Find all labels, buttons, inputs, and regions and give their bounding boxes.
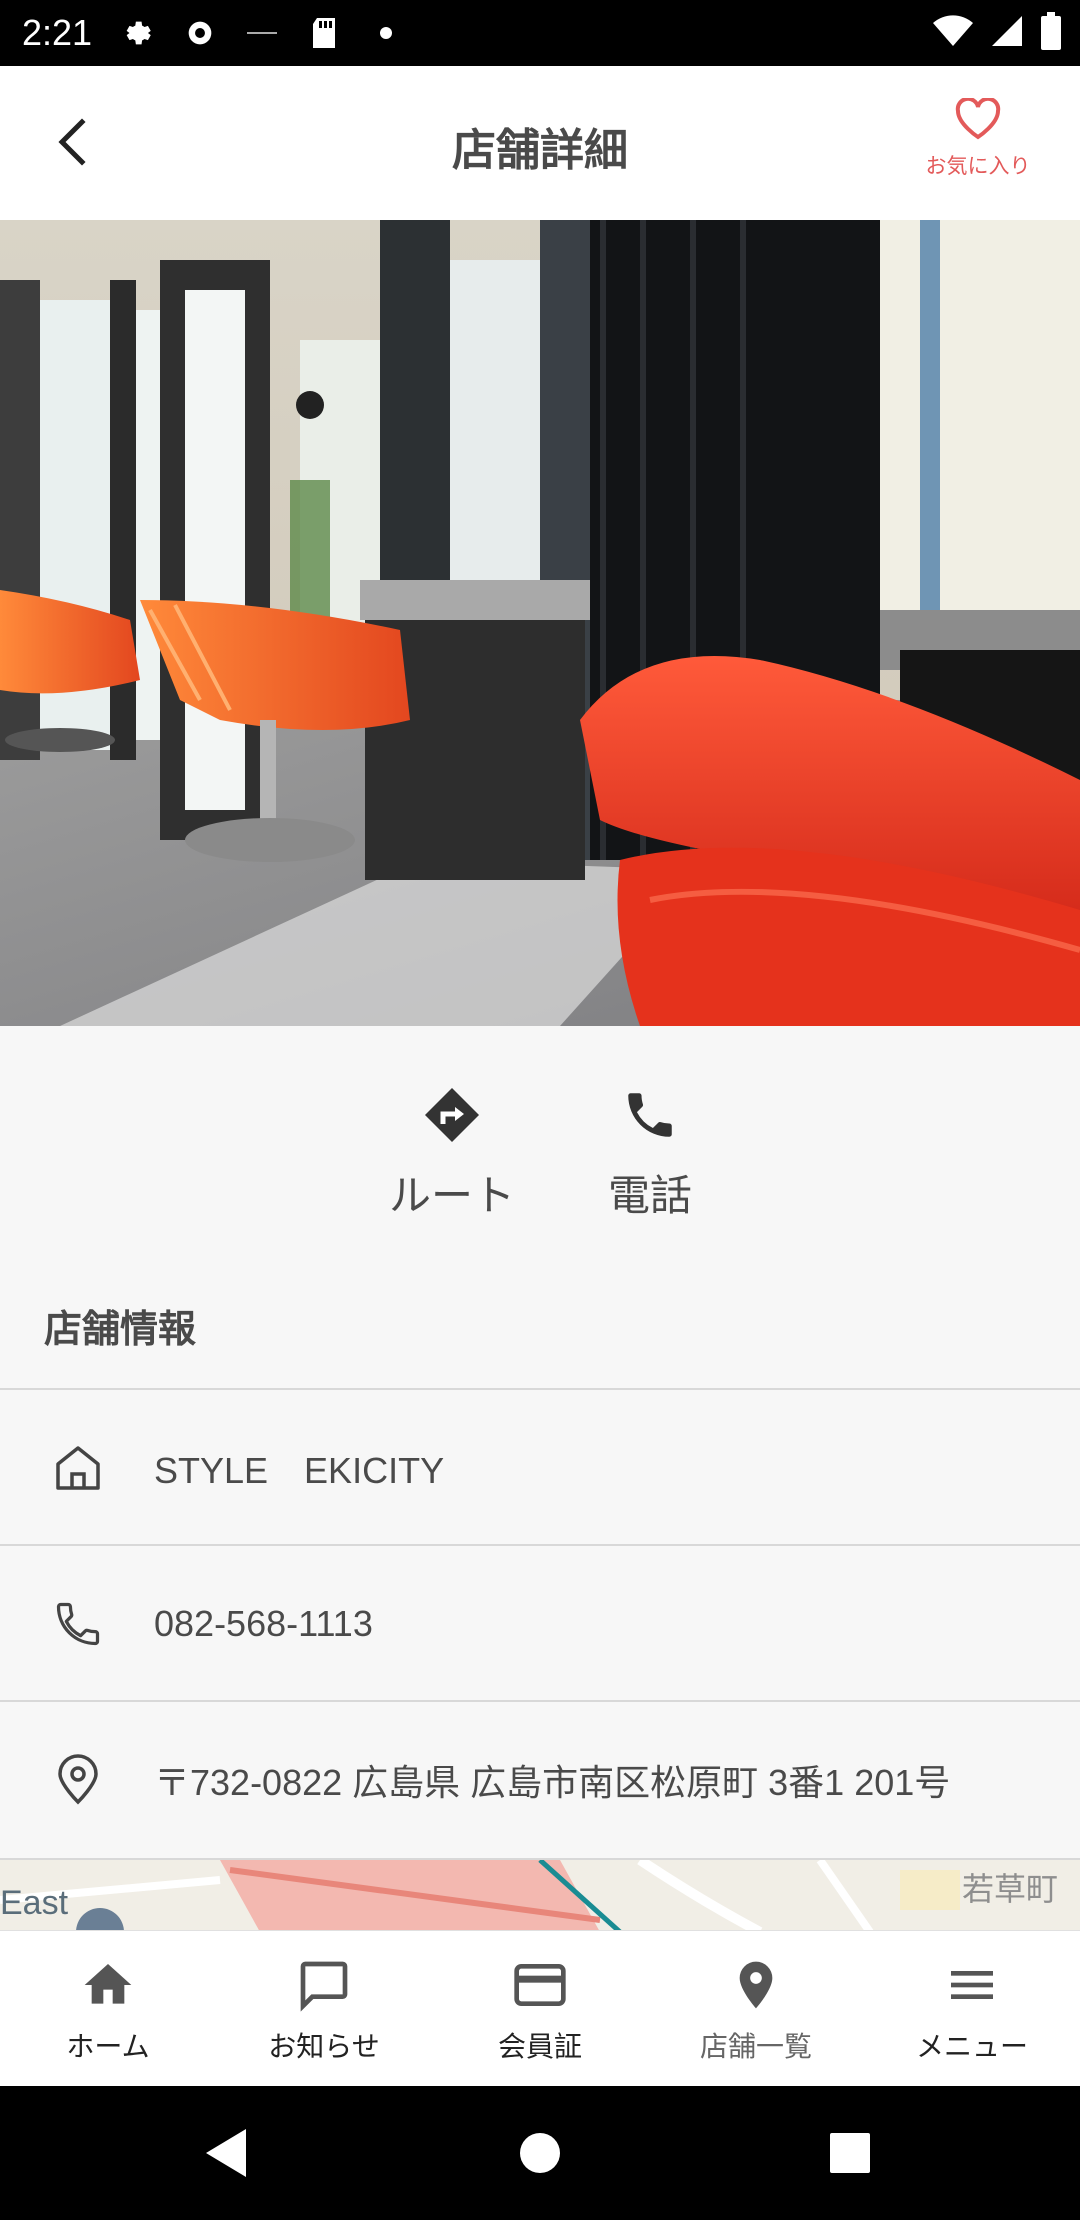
settings-icon <box>118 13 158 53</box>
store-name-row: STYLE EKICITY <box>0 1388 1080 1546</box>
status-time: 2:21 <box>22 12 93 53</box>
notification-dot-icon <box>366 13 406 53</box>
nav-store-list[interactable]: 店舗一覧 <box>648 1931 864 2087</box>
store-photo <box>0 220 1080 1026</box>
status-bar: 2:21 <box>0 0 1080 66</box>
store-map[interactable]: East 若草町 <box>0 1858 1080 1932</box>
nav-menu[interactable]: メニュー <box>864 1931 1080 2087</box>
chat-icon <box>300 1961 348 2012</box>
triangle-back-icon <box>206 2129 246 2177</box>
nav-store-list-label: 店舗一覧 <box>699 2030 812 2063</box>
signal-icon <box>990 14 1024 52</box>
store-address-row: 〒732-0822 広島県 広島市南区松原町 3番1 201号 <box>0 1700 1080 1858</box>
system-navigation-bar <box>0 2086 1080 2220</box>
nav-menu-label: メニュー <box>915 2030 1028 2063</box>
system-recents-button[interactable] <box>830 2133 870 2173</box>
favorite-label: お気に入り <box>925 154 1031 178</box>
circle-home-icon <box>520 2133 560 2173</box>
route-label: ルート <box>388 1171 515 1220</box>
store-address: 〒732-0822 広島県 広島市南区松原町 3番1 201号 <box>154 1762 951 1803</box>
phone-outline-icon <box>50 1596 106 1652</box>
system-home-button[interactable] <box>520 2133 560 2173</box>
heart-icon <box>955 96 1001 140</box>
nav-membership[interactable]: 会員証 <box>432 1931 648 2087</box>
store-phone-row[interactable]: 082-568-1113 <box>0 1544 1080 1702</box>
system-back-button[interactable] <box>206 2129 246 2177</box>
favorite-button[interactable]: お気に入り <box>918 96 1038 180</box>
home-outline-icon <box>50 1440 106 1496</box>
call-label: 電話 <box>607 1171 692 1220</box>
action-bar: ルート 電話 <box>0 1026 1080 1256</box>
route-icon <box>425 1088 479 1142</box>
call-button[interactable]: 電話 <box>570 1086 730 1223</box>
nav-news[interactable]: お知らせ <box>216 1931 432 2087</box>
square-recents-icon <box>830 2133 870 2173</box>
app-notification-icon <box>242 13 282 53</box>
home-icon <box>84 1964 132 2004</box>
sd-card-icon <box>304 13 344 53</box>
store-phone[interactable]: 082-568-1113 <box>154 1603 373 1645</box>
wifi-icon <box>932 14 974 52</box>
route-button[interactable]: ルート <box>372 1086 532 1223</box>
nav-home[interactable]: ホーム <box>0 1931 216 2087</box>
nav-news-label: お知らせ <box>268 2030 380 2063</box>
bottom-navigation: ホーム お知らせ 会員証 店舗一覧 メニュー <box>0 1930 1080 2087</box>
map-label-town: 若草町 <box>961 1870 1058 1908</box>
nav-home-label: ホーム <box>66 2030 150 2063</box>
menu-icon <box>951 1971 993 1999</box>
battery-icon <box>1040 12 1062 54</box>
section-title: 店舗情報 <box>44 1307 197 1351</box>
app-header: 店舗詳細 お気に入り <box>0 66 1080 221</box>
phone-icon <box>628 1093 672 1137</box>
store-name: STYLE EKICITY <box>154 1450 445 1491</box>
card-icon <box>514 1964 566 2006</box>
map-label-east: East <box>0 1884 69 1922</box>
nav-membership-label: 会員証 <box>497 2030 582 2063</box>
location-pin-icon <box>739 1961 773 2009</box>
location-outline-icon <box>50 1752 106 1808</box>
settings-icon <box>180 13 220 53</box>
